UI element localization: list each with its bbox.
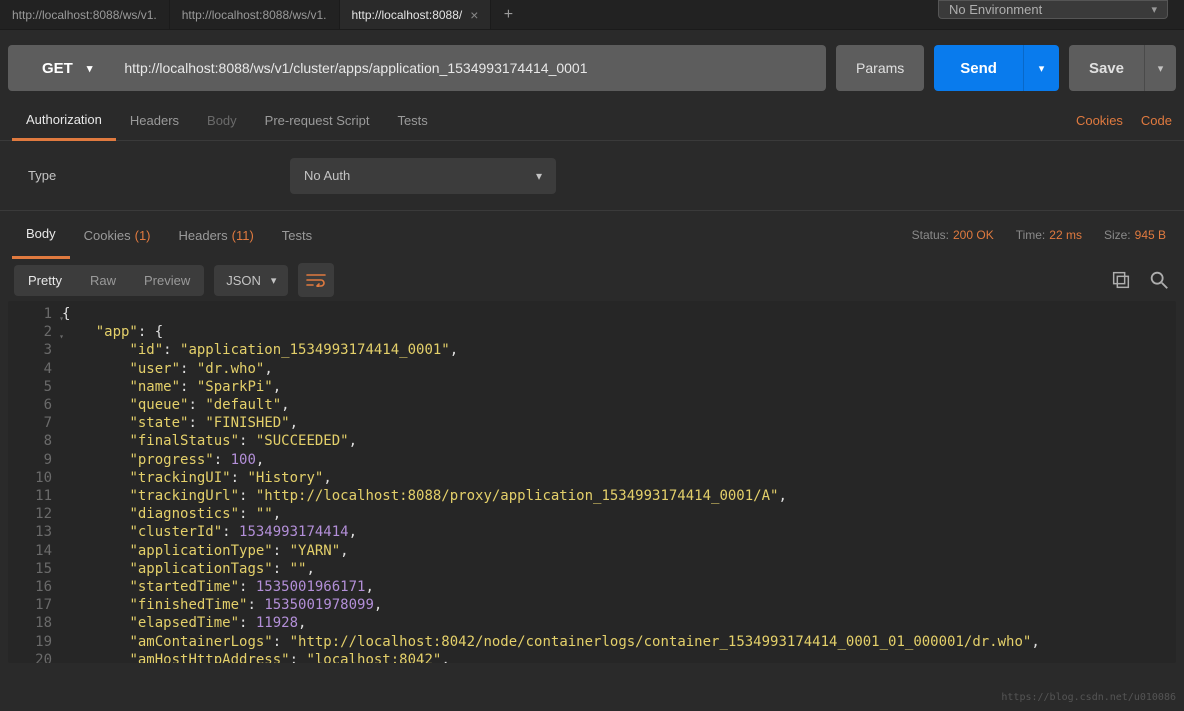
subtab-authorization[interactable]: Authorization [12, 101, 116, 141]
view-mode-segment: Pretty Raw Preview [14, 265, 204, 296]
code-line: 2▾ "app": { [8, 323, 1176, 341]
code-line: 15 "applicationTags": "", [8, 560, 1176, 578]
wrap-lines-button[interactable] [298, 263, 334, 297]
add-tab-button[interactable]: + [491, 0, 525, 29]
seg-preview[interactable]: Preview [130, 265, 204, 296]
code-line: 19 "amContainerLogs": "http://localhost:… [8, 633, 1176, 651]
response-tabs: Body Cookies (1) Headers (11) Tests Stat… [0, 211, 1184, 259]
code-line: 4 "user": "dr.who", [8, 360, 1176, 378]
format-select[interactable]: JSON ▾ [214, 265, 288, 296]
http-method-select[interactable]: GET ▾ [8, 45, 110, 91]
size-value: 945 B [1135, 228, 1166, 242]
subtab-body[interactable]: Body [193, 101, 251, 141]
code-line: 16 "startedTime": 1535001966171, [8, 578, 1176, 596]
code-line: 13 "clusterId": 1534993174414, [8, 523, 1176, 541]
code-line: 14 "applicationType": "YARN", [8, 542, 1176, 560]
resp-tab-tests[interactable]: Tests [268, 211, 326, 259]
send-dropdown[interactable]: ▾ [1023, 45, 1059, 91]
code-line: 11 "trackingUrl": "http://localhost:8088… [8, 487, 1176, 505]
params-button[interactable]: Params [836, 45, 924, 91]
code-line: 12 "diagnostics": "", [8, 505, 1176, 523]
code-line: 5 "name": "SparkPi", [8, 378, 1176, 396]
status-value: 200 OK [953, 228, 994, 242]
auth-type-select[interactable]: No Auth ▾ [290, 158, 556, 194]
chevron-down-icon: ▾ [536, 169, 542, 183]
search-icon[interactable] [1148, 269, 1170, 291]
resp-tab-headers[interactable]: Headers (11) [165, 211, 268, 259]
response-body-view[interactable]: 1▾{2▾ "app": {3 "id": "application_15349… [8, 301, 1176, 663]
code-line: 1▾{ [8, 305, 1176, 323]
code-line: 7 "state": "FINISHED", [8, 414, 1176, 432]
chevron-down-icon: ▾ [1158, 62, 1164, 75]
send-button[interactable]: Send [934, 45, 1023, 91]
subtab-tests[interactable]: Tests [383, 101, 441, 141]
auth-type-label: Type [28, 168, 290, 183]
chevron-down-icon: ▾ [1151, 3, 1157, 16]
save-dropdown[interactable]: ▾ [1144, 45, 1176, 91]
code-line: 8 "finalStatus": "SUCCEEDED", [8, 432, 1176, 450]
subtab-prerequest[interactable]: Pre-request Script [251, 101, 384, 141]
tab-1[interactable]: http://localhost:8088/ws/v1. [0, 0, 170, 29]
code-link[interactable]: Code [1141, 113, 1172, 128]
url-input[interactable] [110, 45, 826, 91]
seg-pretty[interactable]: Pretty [14, 265, 76, 296]
cookies-link[interactable]: Cookies [1076, 113, 1123, 128]
copy-icon[interactable] [1110, 269, 1132, 291]
chevron-down-icon: ▾ [87, 62, 93, 75]
request-bar: GET ▾ Params Send ▾ Save ▾ [0, 30, 1184, 101]
tab-2[interactable]: http://localhost:8088/ws/v1. [170, 0, 340, 29]
time-value: 22 ms [1049, 228, 1082, 242]
close-icon[interactable]: × [470, 7, 478, 23]
chevron-down-icon: ▾ [271, 274, 277, 287]
code-line: 9 "progress": 100, [8, 451, 1176, 469]
chevron-down-icon: ▾ [1039, 62, 1045, 75]
save-button[interactable]: Save [1069, 45, 1144, 91]
request-subtabs: Authorization Headers Body Pre-request S… [0, 101, 1184, 141]
code-line: 6 "queue": "default", [8, 396, 1176, 414]
seg-raw[interactable]: Raw [76, 265, 130, 296]
watermark: https://blog.csdn.net/u010086 [1001, 692, 1176, 703]
code-line: 20 "amHostHttpAddress": "localhost:8042"… [8, 651, 1176, 663]
environment-label: No Environment [949, 2, 1042, 17]
subtab-headers[interactable]: Headers [116, 101, 193, 141]
environment-select[interactable]: No Environment ▾ [938, 0, 1168, 19]
code-line: 10 "trackingUI": "History", [8, 469, 1176, 487]
response-meta: Status:200 OK Time:22 ms Size:945 B [912, 228, 1166, 242]
resp-tab-body[interactable]: Body [12, 211, 70, 259]
body-toolbar: Pretty Raw Preview JSON ▾ [0, 259, 1184, 301]
wrap-icon [306, 273, 326, 287]
tab-3-active[interactable]: http://localhost:8088/ × [340, 0, 492, 29]
auth-section: Type No Auth ▾ [0, 141, 1184, 211]
code-line: 18 "elapsedTime": 11928, [8, 614, 1176, 632]
code-line: 17 "finishedTime": 1535001978099, [8, 596, 1176, 614]
code-line: 3 "id": "application_1534993174414_0001"… [8, 341, 1176, 359]
resp-tab-cookies[interactable]: Cookies (1) [70, 211, 165, 259]
